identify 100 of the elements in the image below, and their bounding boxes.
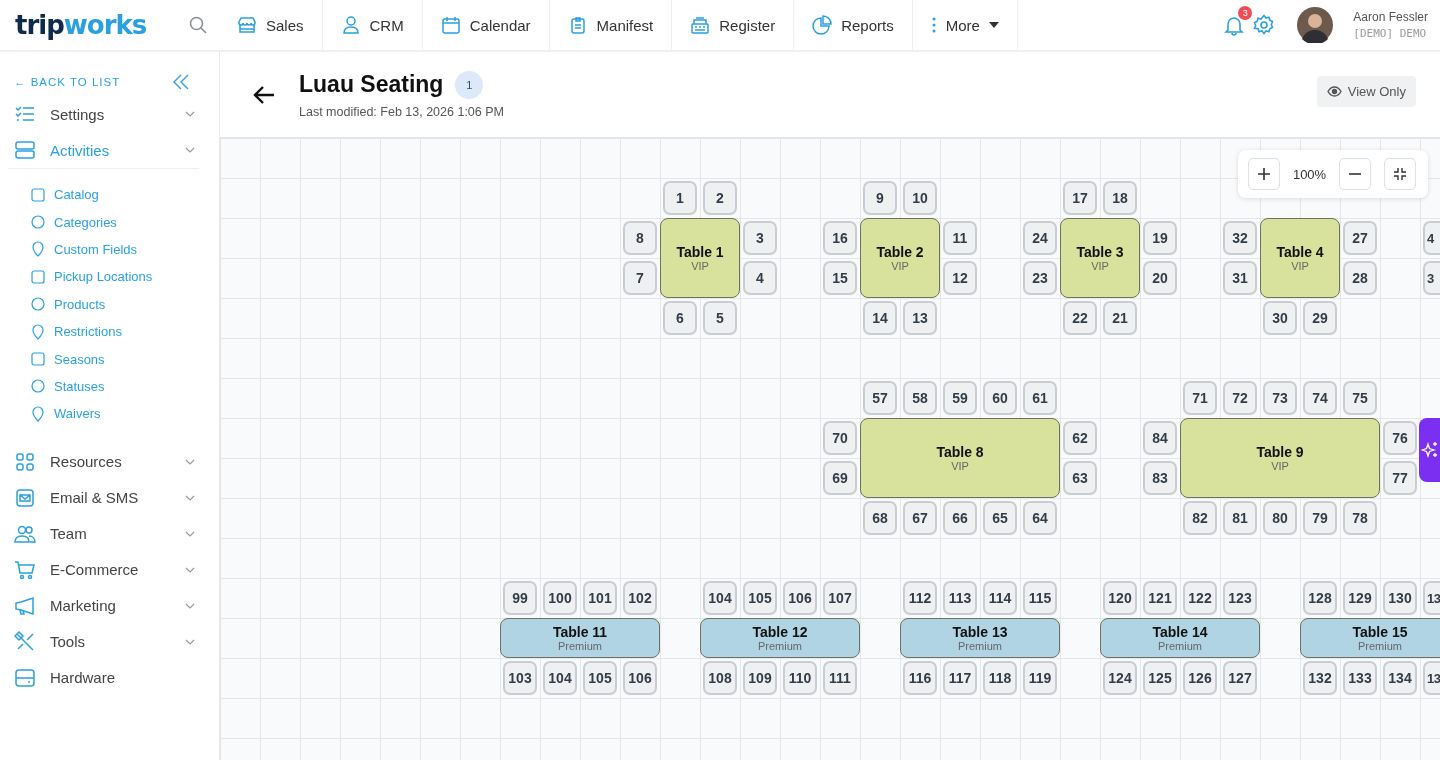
seat[interactable]: 101	[583, 581, 617, 615]
seating-table[interactable]: Table 1 VIP	[660, 218, 740, 298]
sidebar-item[interactable]: E-Commerce	[14, 551, 199, 588]
seat[interactable]: 106	[623, 661, 657, 695]
seating-table[interactable]: Table 8 VIP	[860, 418, 1060, 498]
seat[interactable]: 21	[1103, 301, 1137, 335]
seating-table[interactable]: Table 4 VIP	[1260, 218, 1340, 298]
seat[interactable]: 104	[703, 581, 737, 615]
seat[interactable]: 78	[1343, 501, 1377, 535]
chevron-icon[interactable]	[185, 458, 195, 465]
seat[interactable]: 10	[903, 181, 937, 215]
seat[interactable]: 3	[1423, 261, 1440, 295]
sidebar-item[interactable]: Hardware	[14, 659, 199, 696]
nav-tab[interactable]: More	[912, 0, 1018, 50]
seat[interactable]: 122	[1183, 581, 1217, 615]
seat[interactable]: 100	[543, 581, 577, 615]
seat[interactable]: 106	[783, 581, 817, 615]
seat[interactable]: 79	[1303, 501, 1337, 535]
seat[interactable]: 64	[1023, 501, 1057, 535]
seat[interactable]: 117	[943, 661, 977, 695]
seat[interactable]: 112	[903, 581, 937, 615]
fit-screen-button[interactable]	[1383, 158, 1416, 190]
seat[interactable]: 71	[1183, 381, 1217, 415]
seat[interactable]: 124	[1103, 661, 1137, 695]
nav-tab[interactable]: Register	[672, 0, 795, 50]
sidebar-item[interactable]: Team	[14, 515, 199, 552]
seat[interactable]: 74	[1303, 381, 1337, 415]
nav-tab[interactable]: Calendar	[422, 0, 550, 50]
seat[interactable]: 6	[663, 301, 697, 335]
seat[interactable]: 103	[503, 661, 537, 695]
seat[interactable]: 72	[1223, 381, 1257, 415]
sidebar-item[interactable]: Tools	[14, 623, 199, 660]
seat[interactable]: 116	[903, 661, 937, 695]
seat[interactable]: 23	[1023, 261, 1057, 295]
collapse-icon[interactable]	[173, 74, 189, 90]
seat[interactable]: 125	[1143, 661, 1177, 695]
seat[interactable]: 13	[1423, 581, 1440, 615]
bell-icon[interactable]	[1223, 14, 1246, 36]
seat[interactable]: 58	[903, 381, 937, 415]
seat[interactable]: 28	[1343, 261, 1377, 295]
seating-table[interactable]: Table 13 Premium	[900, 618, 1060, 658]
seat[interactable]: 82	[1183, 501, 1217, 535]
seat[interactable]: 120	[1103, 581, 1137, 615]
seating-table[interactable]: Table 11 Premium	[500, 618, 660, 658]
seat[interactable]: 80	[1263, 501, 1297, 535]
seat[interactable]: 7	[623, 261, 657, 295]
chevron-icon[interactable]	[185, 602, 195, 609]
seat[interactable]: 77	[1383, 461, 1417, 495]
seat[interactable]: 24	[1023, 221, 1057, 255]
zoom-in-button[interactable]	[1248, 158, 1280, 190]
seat[interactable]: 76	[1383, 421, 1417, 455]
seat[interactable]: 61	[1023, 381, 1057, 415]
chevron-icon[interactable]	[185, 494, 195, 501]
seat[interactable]: 75	[1343, 381, 1377, 415]
seating-table[interactable]: Table 15 Premium	[1300, 618, 1440, 658]
seat[interactable]: 20	[1143, 261, 1177, 295]
seat[interactable]: 59	[943, 381, 977, 415]
search-icon[interactable]	[189, 16, 207, 34]
seat[interactable]: 111	[823, 661, 857, 695]
seat[interactable]: 133	[1343, 661, 1377, 695]
seat[interactable]: 69	[823, 461, 857, 495]
seat[interactable]: 123	[1223, 581, 1257, 615]
seat[interactable]: 4	[1423, 221, 1440, 255]
seat[interactable]: 12	[943, 261, 977, 295]
seat[interactable]: 2	[703, 181, 737, 215]
seat[interactable]: 134	[1383, 661, 1417, 695]
chevron-icon[interactable]	[185, 566, 195, 573]
seat[interactable]: 115	[1023, 581, 1057, 615]
avatar[interactable]	[1297, 7, 1334, 43]
seat[interactable]: 1	[663, 181, 697, 215]
sidebar-item[interactable]: Resources	[14, 443, 199, 480]
seat[interactable]: 83	[1143, 461, 1177, 495]
nav-tab[interactable]: Reports	[794, 0, 913, 50]
seat[interactable]: 27	[1343, 221, 1377, 255]
seat[interactable]: 67	[903, 501, 937, 535]
seat[interactable]: 15	[823, 261, 857, 295]
nav-tab[interactable]: CRM	[322, 0, 423, 50]
seat[interactable]: 22	[1063, 301, 1097, 335]
settings-icon[interactable]	[1253, 14, 1276, 36]
seat[interactable]: 70	[823, 421, 857, 455]
back-arrow-icon[interactable]	[253, 85, 275, 104]
zoom-out-button[interactable]	[1339, 158, 1372, 190]
assistant-button[interactable]	[1419, 418, 1440, 482]
seat[interactable]: 13	[903, 301, 937, 335]
seat[interactable]: 8	[623, 221, 657, 255]
seat[interactable]: 11	[943, 221, 977, 255]
seat[interactable]: 29	[1303, 301, 1337, 335]
seat[interactable]: 126	[1183, 661, 1217, 695]
seat[interactable]: 119	[1023, 661, 1057, 695]
seat[interactable]: 63	[1063, 461, 1097, 495]
seat[interactable]: 4	[743, 261, 777, 295]
seat[interactable]: 68	[863, 501, 897, 535]
seat[interactable]: 62	[1063, 421, 1097, 455]
seat[interactable]: 114	[983, 581, 1017, 615]
seat[interactable]: 17	[1063, 181, 1097, 215]
seat[interactable]: 5	[703, 301, 737, 335]
seat[interactable]: 14	[863, 301, 897, 335]
seating-table[interactable]: Table 14 Premium	[1100, 618, 1260, 658]
chevron-icon[interactable]	[185, 530, 195, 537]
seating-table[interactable]: Table 3 VIP	[1060, 218, 1140, 298]
